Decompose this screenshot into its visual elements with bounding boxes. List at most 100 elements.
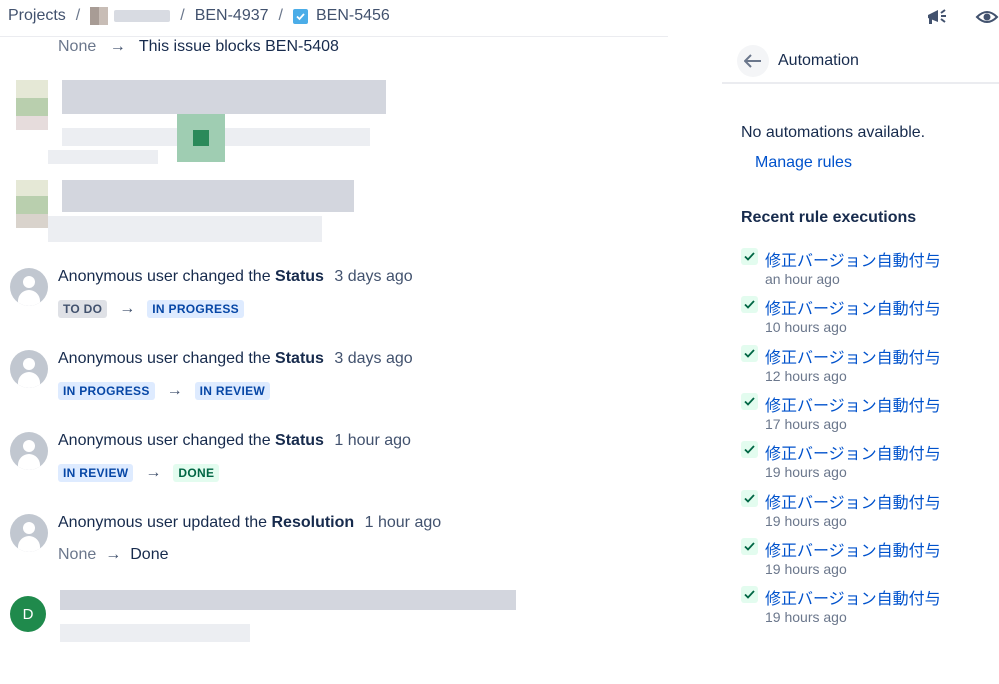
history-user: Anonymous user xyxy=(58,350,179,367)
history-entry-header: Anonymous user updated the Resolution 1 … xyxy=(58,514,441,532)
success-check-icon xyxy=(741,393,758,410)
redacted-pixels xyxy=(16,80,48,98)
link-from-value: None xyxy=(58,38,97,55)
user-avatar: D xyxy=(10,596,46,632)
arrow-right-icon: → xyxy=(105,546,122,563)
history-timestamp[interactable]: 3 days ago xyxy=(334,350,412,367)
redacted-pixels xyxy=(60,624,250,642)
success-check-icon xyxy=(741,490,758,507)
history-verb: changed the xyxy=(182,268,271,285)
top-actions xyxy=(925,6,999,28)
project-avatar[interactable] xyxy=(90,7,109,25)
history-timestamp[interactable]: 1 hour ago xyxy=(334,432,411,449)
history-user: Anonymous user xyxy=(58,268,179,285)
redacted-pixels xyxy=(48,150,158,164)
status-from-lozenge: IN PROGRESS xyxy=(58,382,155,400)
link-to-value: This issue blocks BEN-5408 xyxy=(138,38,339,55)
watch-eye-icon[interactable] xyxy=(975,6,999,28)
history-entry-header: Anonymous user changed the Status 3 days… xyxy=(58,350,413,368)
arrow-right-icon: → xyxy=(119,300,136,317)
user-avatar-icon xyxy=(10,268,48,306)
history-field: Status xyxy=(275,350,324,367)
resolution-change: None → Done xyxy=(58,546,169,564)
rule-name-link[interactable]: 修正バージョン自動付与 xyxy=(765,537,941,561)
automation-panel: Automation No automations available. Man… xyxy=(722,36,999,684)
no-automations-message: No automations available. xyxy=(741,124,926,141)
rule-name-link[interactable]: 修正バージョン自動付与 xyxy=(765,295,941,319)
breadcrumb-parent-issue[interactable]: BEN-4937 xyxy=(195,7,269,25)
history-verb: changed the xyxy=(182,432,271,449)
history-field: Status xyxy=(275,432,324,449)
execution-time: an hour ago xyxy=(765,271,840,287)
history-timestamp[interactable]: 1 hour ago xyxy=(365,514,442,531)
history-feed: None → This issue blocks BEN-5408 Anonym… xyxy=(0,36,668,684)
user-avatar-icon xyxy=(10,350,48,388)
redacted-pixels xyxy=(16,116,48,130)
arrow-right-icon: → xyxy=(145,464,162,481)
rule-name-link[interactable]: 修正バージョン自動付与 xyxy=(765,247,941,271)
redacted-pixels xyxy=(62,80,386,114)
success-check-icon xyxy=(741,296,758,313)
success-check-icon xyxy=(741,538,758,555)
success-check-icon xyxy=(741,345,758,362)
rule-name-link[interactable]: 修正バージョン自動付与 xyxy=(765,489,941,513)
status-change: IN REVIEW → DONE xyxy=(58,464,220,482)
rule-name-link[interactable]: 修正バージョン自動付与 xyxy=(765,344,941,368)
redacted-pixels xyxy=(16,180,48,196)
history-field: Status xyxy=(275,268,324,285)
redacted-pixels xyxy=(193,130,209,146)
breadcrumb-current-issue[interactable]: BEN-5456 xyxy=(316,7,390,25)
history-timestamp[interactable]: 3 days ago xyxy=(334,268,412,285)
history-entry-header: Anonymous user changed the Status 1 hour… xyxy=(58,432,411,450)
recent-executions-heading: Recent rule executions xyxy=(741,209,917,226)
resolution-from-value: None xyxy=(58,546,97,563)
arrow-left-icon xyxy=(744,54,761,68)
history-field: Resolution xyxy=(271,514,355,531)
breadcrumb-separator: / xyxy=(75,7,81,24)
rule-name-link[interactable]: 修正バージョン自動付与 xyxy=(765,440,941,464)
history-user: Anonymous user xyxy=(58,432,179,449)
success-check-icon xyxy=(741,441,758,458)
rule-name-link[interactable]: 修正バージョン自動付与 xyxy=(765,585,941,609)
execution-time: 17 hours ago xyxy=(765,416,847,432)
panel-title: Automation xyxy=(778,52,859,69)
redacted-pixels xyxy=(48,216,322,242)
redacted-pixels xyxy=(60,590,516,610)
arrow-right-icon: → xyxy=(109,38,126,55)
breadcrumb: Projects / / BEN-4937 / BEN-5456 xyxy=(8,7,390,25)
redacted-pixels xyxy=(16,214,48,228)
breadcrumb-separator: / xyxy=(180,7,185,24)
resolution-to-value: Done xyxy=(130,546,169,563)
manage-rules-link[interactable]: Manage rules xyxy=(755,154,852,172)
task-type-icon xyxy=(292,8,308,24)
status-change: IN PROGRESS → IN REVIEW xyxy=(58,382,271,400)
execution-time: 19 hours ago xyxy=(765,561,847,577)
user-avatar-icon xyxy=(10,432,48,470)
megaphone-icon[interactable] xyxy=(925,6,949,28)
top-bar: Projects / / BEN-4937 / BEN-5456 xyxy=(0,0,999,36)
status-to-lozenge: DONE xyxy=(173,464,220,482)
rule-name-link[interactable]: 修正バージョン自動付与 xyxy=(765,392,941,416)
execution-time: 10 hours ago xyxy=(765,319,847,335)
link-change-row: None → This issue blocks BEN-5408 xyxy=(58,38,339,56)
history-user: Anonymous user xyxy=(58,514,179,531)
success-check-icon xyxy=(741,586,758,603)
status-from-lozenge: IN REVIEW xyxy=(58,464,134,482)
history-entry-header: Anonymous user changed the Status 3 days… xyxy=(58,268,413,286)
status-change: TO DO → IN PROGRESS xyxy=(58,300,244,318)
execution-time: 19 hours ago xyxy=(765,464,847,480)
breadcrumb-separator: / xyxy=(278,7,283,24)
status-to-lozenge: IN REVIEW xyxy=(194,382,271,400)
back-button[interactable] xyxy=(737,45,769,77)
status-to-lozenge: IN PROGRESS xyxy=(147,300,244,318)
redacted-pixels xyxy=(62,180,354,212)
redacted-pixels xyxy=(16,98,48,116)
history-verb: updated the xyxy=(182,514,268,531)
project-name-redacted[interactable] xyxy=(114,10,171,22)
user-avatar-icon xyxy=(10,514,48,552)
status-from-lozenge: TO DO xyxy=(58,300,108,318)
success-check-icon xyxy=(741,248,758,265)
execution-time: 19 hours ago xyxy=(765,609,847,625)
breadcrumb-projects[interactable]: Projects xyxy=(8,7,66,25)
automation-panel-header: Automation xyxy=(722,36,999,84)
